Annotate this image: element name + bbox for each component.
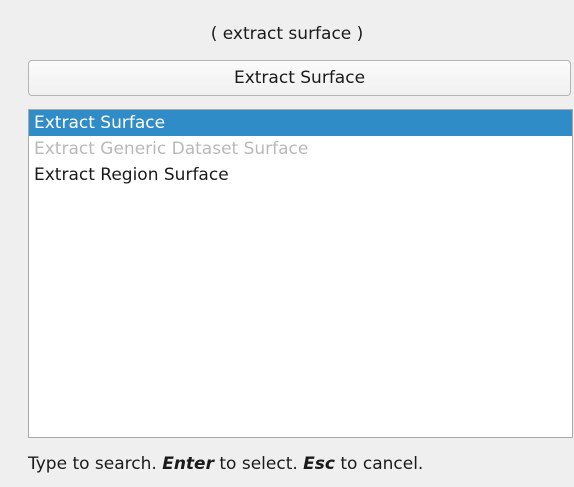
hint-enter-text: to select. xyxy=(213,454,304,474)
list-item-extract-generic-dataset-surface: Extract Generic Dataset Surface xyxy=(34,139,309,159)
results-list[interactable]: Extract Surface Extract Generic Dataset … xyxy=(28,109,573,438)
enter-key-label: Enter xyxy=(162,454,214,474)
search-query-label: ( extract surface ) xyxy=(210,24,364,44)
list-item-extract-region-surface[interactable]: Extract Region Surface xyxy=(29,162,572,188)
esc-key-label: Esc xyxy=(303,454,335,474)
hint-prefix: Type to search. xyxy=(28,454,163,474)
default-action-button[interactable]: Extract Surface xyxy=(28,60,571,96)
hint-esc-text: to cancel. xyxy=(334,454,424,474)
list-item-extract-surface[interactable]: Extract Surface xyxy=(29,110,572,136)
keyboard-hint: Type to search. Enter to select. Esc to … xyxy=(28,452,423,476)
